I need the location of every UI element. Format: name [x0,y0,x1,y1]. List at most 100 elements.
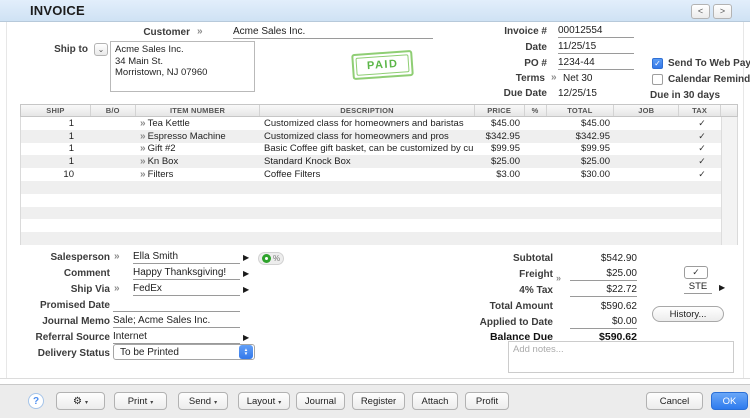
customer-zoom-arrow-icon[interactable]: » [197,26,203,37]
send-to-web-pay-checkbox[interactable]: ✓ [652,58,663,69]
cell-total[interactable]: $30.00 [548,168,616,181]
cell-item-number[interactable]: » Gift #2 [136,143,261,156]
freight-field[interactable]: $25.00 [570,268,637,281]
terms-zoom-arrow-icon[interactable]: » [551,72,557,83]
attach-button[interactable]: Attach [412,392,458,410]
journal-button[interactable]: Journal [296,392,345,410]
salesperson-zoom-arrow-icon[interactable]: » [114,251,120,262]
cell-tax-check[interactable]: ✓ [681,130,723,143]
comment-detail-arrow-icon[interactable]: ▶ [243,270,249,278]
cell-job[interactable] [616,143,681,156]
ship-to-chevron-button[interactable]: ⌄ [94,43,108,56]
cell-total[interactable]: $99.95 [548,143,616,156]
history-button[interactable]: History... [652,306,724,322]
cell-price[interactable]: $3.00 [476,168,526,181]
cell-price[interactable]: $342.95 [476,130,526,143]
cell-price[interactable]: $45.00 [476,117,526,130]
next-record-button[interactable]: > [713,4,732,19]
ship-via-field[interactable]: FedEx [133,283,240,296]
cell-tax-check[interactable]: ✓ [681,117,723,130]
cell-description[interactable]: Standard Knock Box [261,155,476,168]
cell-description[interactable]: Coffee Filters [261,168,476,181]
promised-date-field[interactable] [113,299,240,312]
comment-field[interactable]: Happy Thanksgiving! [133,267,240,280]
empty-line-row[interactable] [21,219,737,232]
cell-percent[interactable] [526,155,548,168]
applied-to-date-field[interactable]: $0.00 [570,316,637,329]
cell-job[interactable] [616,130,681,143]
cell-item-number[interactable]: » Espresso Machine [136,130,261,143]
tax-field[interactable]: $22.72 [570,284,637,297]
empty-line-row[interactable] [21,232,737,245]
layout-button[interactable]: Layout ▾ [238,392,290,410]
invoice-number-field[interactable]: 00012554 [558,25,634,38]
ship-via-zoom-arrow-icon[interactable]: » [114,283,120,294]
cell-ship[interactable]: 10 [21,168,91,181]
cell-tax-check[interactable]: ✓ [681,143,723,156]
cell-total[interactable]: $45.00 [548,117,616,130]
freight-zoom-arrow-icon[interactable]: » [556,273,561,283]
cell-tax-check[interactable]: ✓ [681,155,723,168]
empty-line-row[interactable] [21,194,737,207]
cell-percent[interactable] [526,143,548,156]
cell-percent[interactable] [526,117,548,130]
cell-price[interactable]: $99.95 [476,143,526,156]
cell-bo[interactable] [91,155,136,168]
due-date-value[interactable]: 12/25/15 [558,88,597,99]
cell-bo[interactable] [91,168,136,181]
notes-textarea[interactable] [508,341,734,373]
cell-item-number[interactable]: » Tea Kettle [136,117,261,130]
cell-ship[interactable]: 1 [21,143,91,156]
cell-total[interactable]: $342.95 [548,130,616,143]
customer-field[interactable]: Acme Sales Inc. [233,26,433,39]
salesperson-field[interactable]: Ella Smith [133,251,240,264]
cell-total[interactable]: $25.00 [548,155,616,168]
table-scrollbar-track[interactable] [721,117,737,245]
cell-ship[interactable]: 1 [21,155,91,168]
register-button[interactable]: Register [352,392,405,410]
delivery-status-select[interactable]: To be Printed ▲ ▼ [113,344,255,360]
cancel-button[interactable]: Cancel [646,392,703,410]
cell-job[interactable] [616,155,681,168]
cell-price[interactable]: $25.00 [476,155,526,168]
item-number-text: Filters [147,169,174,181]
po-number-field[interactable]: 1234-44 [558,57,634,70]
calendar-reminder-checkbox[interactable] [652,74,663,85]
cell-item-number[interactable]: » Filters [136,168,261,181]
empty-line-row[interactable] [21,180,737,194]
freight-tax-checkbox[interactable]: ✓ [684,266,708,279]
cell-job[interactable] [616,168,681,181]
empty-line-row[interactable] [21,206,737,220]
cell-item-number[interactable]: » Kn Box [136,155,261,168]
cell-ship[interactable]: 1 [21,117,91,130]
ship-to-address-box[interactable]: Acme Sales Inc. 34 Main St. Morristown, … [110,41,255,92]
cell-description[interactable]: Basic Coffee gift basket, can be customi… [261,143,476,156]
cell-tax-check[interactable]: ✓ [681,168,723,181]
help-button[interactable]: ? [28,393,44,409]
referral-source-detail-arrow-icon[interactable]: ▶ [243,334,249,342]
profit-button[interactable]: Profit [465,392,509,410]
cell-percent[interactable] [526,130,548,143]
terms-value[interactable]: Net 30 [563,73,592,84]
cell-bo[interactable] [91,117,136,130]
print-button[interactable]: Print ▾ [114,392,167,410]
cell-ship[interactable]: 1 [21,130,91,143]
prev-record-button[interactable]: < [691,4,710,19]
referral-source-field[interactable]: Internet [113,331,240,344]
cell-job[interactable] [616,117,681,130]
tax-code-detail-arrow-icon[interactable]: ▶ [719,284,725,292]
salesperson-detail-arrow-icon[interactable]: ▶ [243,254,249,262]
cell-percent[interactable] [526,168,548,181]
actions-gear-button[interactable]: ⚙ ▾ [56,392,105,410]
cell-description[interactable]: Customized class for homeowners and pros [261,130,476,143]
tax-code-field[interactable]: STE [684,281,712,294]
cell-bo[interactable] [91,143,136,156]
cell-description[interactable]: Customized class for homeowners and bari… [261,117,476,130]
journal-memo-field[interactable]: Sale; Acme Sales Inc. [113,315,240,328]
cell-bo[interactable] [91,130,136,143]
date-field[interactable]: 11/25/15 [558,41,634,54]
ok-button[interactable]: OK [711,392,748,410]
ship-via-detail-arrow-icon[interactable]: ▶ [243,286,249,294]
send-button[interactable]: Send ▾ [178,392,228,410]
salesperson-percent-badge-icon[interactable]: % [258,252,284,265]
